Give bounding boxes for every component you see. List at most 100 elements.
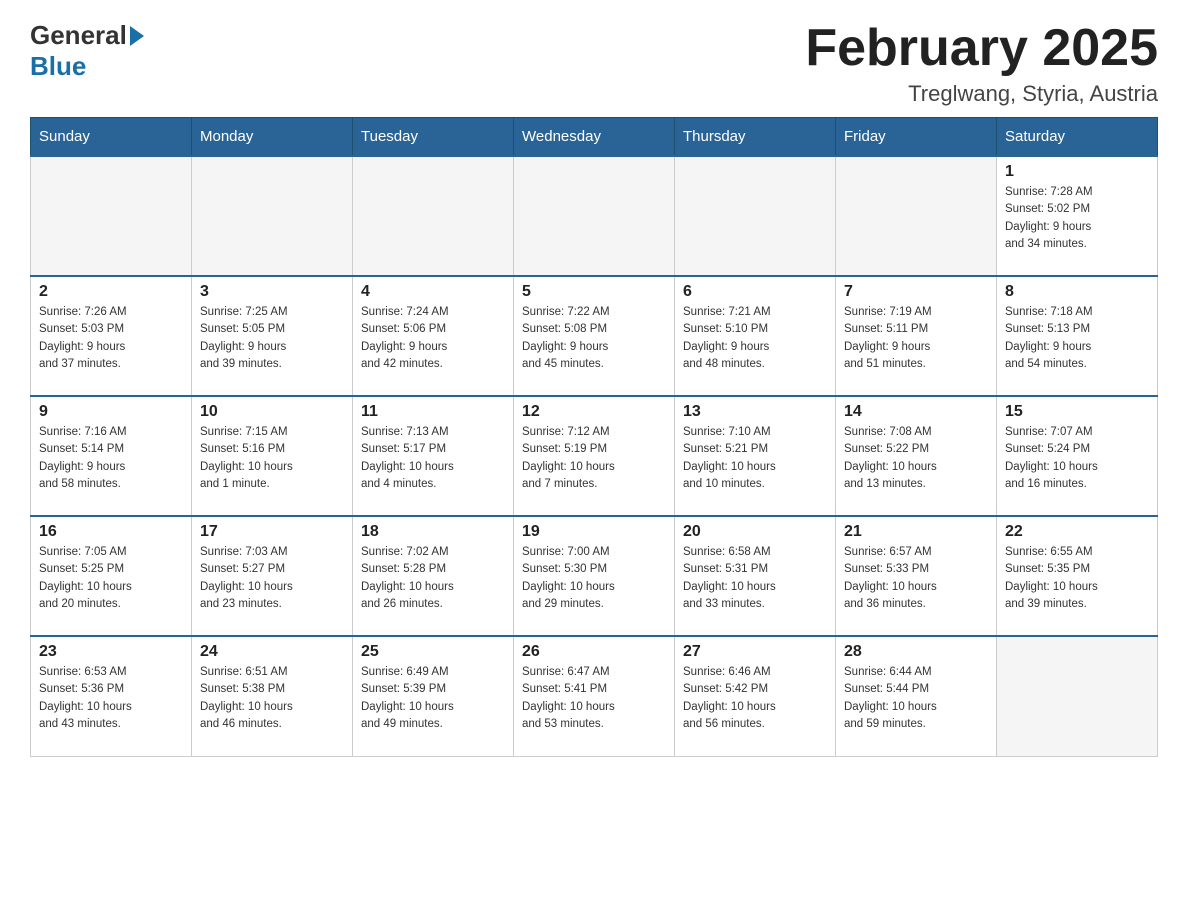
calendar-cell: 5 Sunrise: 7:22 AMSunset: 5:08 PMDaylight… bbox=[514, 276, 675, 396]
calendar-cell: 15 Sunrise: 7:07 AMSunset: 5:24 PMDayligh… bbox=[997, 396, 1158, 516]
day-info: Sunrise: 7:25 AMSunset: 5:05 PMDaylight:… bbox=[200, 304, 344, 373]
day-number: 7 bbox=[844, 283, 988, 301]
calendar-cell: 20Sunrise: 6:58 AMSunset: 5:31 PMDayligh… bbox=[675, 516, 836, 636]
calendar-cell: 22Sunrise: 6:55 AMSunset: 5:35 PMDayligh… bbox=[997, 516, 1158, 636]
weekday-header-row: SundayMondayTuesdayWednesdayThursdayFrid… bbox=[31, 118, 1158, 157]
day-number: 17 bbox=[200, 523, 344, 541]
day-info: Sunrise: 7:15 AMSunset: 5:16 PMDaylight:… bbox=[200, 424, 344, 493]
day-number: 6 bbox=[683, 283, 827, 301]
day-info: Sunrise: 6:57 AMSunset: 5:33 PMDaylight:… bbox=[844, 544, 988, 613]
week-row-1: 1 Sunrise: 7:28 AMSunset: 5:02 PMDaylight… bbox=[31, 156, 1158, 276]
day-info: Sunrise: 7:03 AMSunset: 5:27 PMDaylight:… bbox=[200, 544, 344, 613]
day-info: Sunrise: 7:08 AMSunset: 5:22 PMDaylight:… bbox=[844, 424, 988, 493]
calendar-cell: 23 Sunrise: 6:53 AMSunset: 5:36 PMDayligh… bbox=[31, 636, 192, 756]
calendar-cell: 18 Sunrise: 7:02 AMSunset: 5:28 PMDayligh… bbox=[353, 516, 514, 636]
day-number: 9 bbox=[39, 403, 183, 421]
day-info: Sunrise: 6:46 AMSunset: 5:42 PMDaylight:… bbox=[683, 664, 827, 733]
day-info: Sunrise: 6:53 AMSunset: 5:36 PMDaylight:… bbox=[39, 664, 183, 733]
day-info: Sunrise: 6:55 AMSunset: 5:35 PMDaylight:… bbox=[1005, 544, 1149, 613]
day-number: 19 bbox=[522, 523, 666, 541]
logo-general-text: General bbox=[30, 20, 127, 51]
calendar-cell: 24Sunrise: 6:51 AMSunset: 5:38 PMDayligh… bbox=[192, 636, 353, 756]
day-number: 15 bbox=[1005, 403, 1149, 421]
day-info: Sunrise: 6:49 AMSunset: 5:39 PMDaylight:… bbox=[361, 664, 505, 733]
day-info: Sunrise: 6:44 AMSunset: 5:44 PMDaylight:… bbox=[844, 664, 988, 733]
day-number: 5 bbox=[522, 283, 666, 301]
weekday-header-saturday: Saturday bbox=[997, 118, 1158, 157]
day-info: Sunrise: 6:47 AMSunset: 5:41 PMDaylight:… bbox=[522, 664, 666, 733]
day-info: Sunrise: 7:21 AMSunset: 5:10 PMDaylight:… bbox=[683, 304, 827, 373]
day-info: Sunrise: 7:00 AMSunset: 5:30 PMDaylight:… bbox=[522, 544, 666, 613]
day-info: Sunrise: 6:51 AMSunset: 5:38 PMDaylight:… bbox=[200, 664, 344, 733]
day-number: 12 bbox=[522, 403, 666, 421]
day-info: Sunrise: 7:18 AMSunset: 5:13 PMDaylight:… bbox=[1005, 304, 1149, 373]
calendar-cell bbox=[192, 156, 353, 276]
calendar-cell: 11 Sunrise: 7:13 AMSunset: 5:17 PMDayligh… bbox=[353, 396, 514, 516]
day-number: 21 bbox=[844, 523, 988, 541]
calendar-cell bbox=[836, 156, 997, 276]
logo-blue-text: Blue bbox=[30, 51, 86, 82]
day-number: 13 bbox=[683, 403, 827, 421]
week-row-3: 9 Sunrise: 7:16 AMSunset: 5:14 PMDaylight… bbox=[31, 396, 1158, 516]
calendar-cell bbox=[997, 636, 1158, 756]
calendar-cell: 16 Sunrise: 7:05 AMSunset: 5:25 PMDayligh… bbox=[31, 516, 192, 636]
calendar-cell: 19 Sunrise: 7:00 AMSunset: 5:30 PMDayligh… bbox=[514, 516, 675, 636]
calendar-cell: 17 Sunrise: 7:03 AMSunset: 5:27 PMDayligh… bbox=[192, 516, 353, 636]
logo: General Blue bbox=[30, 20, 146, 82]
weekday-header-friday: Friday bbox=[836, 118, 997, 157]
day-number: 14 bbox=[844, 403, 988, 421]
calendar-cell: 10Sunrise: 7:15 AMSunset: 5:16 PMDayligh… bbox=[192, 396, 353, 516]
calendar-cell: 4Sunrise: 7:24 AMSunset: 5:06 PMDaylight… bbox=[353, 276, 514, 396]
calendar-cell: 27 Sunrise: 6:46 AMSunset: 5:42 PMDayligh… bbox=[675, 636, 836, 756]
calendar-cell: 6 Sunrise: 7:21 AMSunset: 5:10 PMDaylight… bbox=[675, 276, 836, 396]
day-number: 27 bbox=[683, 643, 827, 661]
day-info: Sunrise: 7:26 AMSunset: 5:03 PMDaylight:… bbox=[39, 304, 183, 373]
day-number: 8 bbox=[1005, 283, 1149, 301]
location-subtitle: Treglwang, Styria, Austria bbox=[805, 81, 1158, 107]
calendar-cell bbox=[31, 156, 192, 276]
day-info: Sunrise: 7:05 AMSunset: 5:25 PMDaylight:… bbox=[39, 544, 183, 613]
day-number: 16 bbox=[39, 523, 183, 541]
calendar-cell: 3 Sunrise: 7:25 AMSunset: 5:05 PMDaylight… bbox=[192, 276, 353, 396]
calendar-cell: 9 Sunrise: 7:16 AMSunset: 5:14 PMDaylight… bbox=[31, 396, 192, 516]
day-info: Sunrise: 6:58 AMSunset: 5:31 PMDaylight:… bbox=[683, 544, 827, 613]
calendar-cell: 28 Sunrise: 6:44 AMSunset: 5:44 PMDayligh… bbox=[836, 636, 997, 756]
weekday-header-tuesday: Tuesday bbox=[353, 118, 514, 157]
day-info: Sunrise: 7:13 AMSunset: 5:17 PMDaylight:… bbox=[361, 424, 505, 493]
day-number: 18 bbox=[361, 523, 505, 541]
calendar-cell: 8 Sunrise: 7:18 AMSunset: 5:13 PMDaylight… bbox=[997, 276, 1158, 396]
page-header: General Blue February 2025 Treglwang, St… bbox=[30, 20, 1158, 107]
day-info: Sunrise: 7:07 AMSunset: 5:24 PMDaylight:… bbox=[1005, 424, 1149, 493]
day-info: Sunrise: 7:19 AMSunset: 5:11 PMDaylight:… bbox=[844, 304, 988, 373]
calendar-cell: 26 Sunrise: 6:47 AMSunset: 5:41 PMDayligh… bbox=[514, 636, 675, 756]
day-number: 26 bbox=[522, 643, 666, 661]
day-number: 25 bbox=[361, 643, 505, 661]
calendar-cell: 13 Sunrise: 7:10 AMSunset: 5:21 PMDayligh… bbox=[675, 396, 836, 516]
day-info: Sunrise: 7:02 AMSunset: 5:28 PMDaylight:… bbox=[361, 544, 505, 613]
day-info: Sunrise: 7:22 AMSunset: 5:08 PMDaylight:… bbox=[522, 304, 666, 373]
month-title: February 2025 bbox=[805, 20, 1158, 77]
calendar-cell: 25 Sunrise: 6:49 AMSunset: 5:39 PMDayligh… bbox=[353, 636, 514, 756]
calendar-cell: 12 Sunrise: 7:12 AMSunset: 5:19 PMDayligh… bbox=[514, 396, 675, 516]
day-number: 28 bbox=[844, 643, 988, 661]
day-info: Sunrise: 7:16 AMSunset: 5:14 PMDaylight:… bbox=[39, 424, 183, 493]
day-info: Sunrise: 7:10 AMSunset: 5:21 PMDaylight:… bbox=[683, 424, 827, 493]
calendar-cell bbox=[514, 156, 675, 276]
day-info: Sunrise: 7:28 AMSunset: 5:02 PMDaylight:… bbox=[1005, 184, 1149, 253]
day-number: 11 bbox=[361, 403, 505, 421]
day-number: 1 bbox=[1005, 163, 1149, 181]
day-number: 3 bbox=[200, 283, 344, 301]
day-number: 2 bbox=[39, 283, 183, 301]
week-row-2: 2 Sunrise: 7:26 AMSunset: 5:03 PMDaylight… bbox=[31, 276, 1158, 396]
calendar-cell: 1 Sunrise: 7:28 AMSunset: 5:02 PMDaylight… bbox=[997, 156, 1158, 276]
weekday-header-monday: Monday bbox=[192, 118, 353, 157]
weekday-header-sunday: Sunday bbox=[31, 118, 192, 157]
weekday-header-thursday: Thursday bbox=[675, 118, 836, 157]
day-number: 23 bbox=[39, 643, 183, 661]
calendar-cell bbox=[353, 156, 514, 276]
week-row-5: 23 Sunrise: 6:53 AMSunset: 5:36 PMDayligh… bbox=[31, 636, 1158, 756]
calendar-cell: 7 Sunrise: 7:19 AMSunset: 5:11 PMDaylight… bbox=[836, 276, 997, 396]
day-info: Sunrise: 7:12 AMSunset: 5:19 PMDaylight:… bbox=[522, 424, 666, 493]
calendar-cell: 14 Sunrise: 7:08 AMSunset: 5:22 PMDayligh… bbox=[836, 396, 997, 516]
day-info: Sunrise: 7:24 AMSunset: 5:06 PMDaylight:… bbox=[361, 304, 505, 373]
